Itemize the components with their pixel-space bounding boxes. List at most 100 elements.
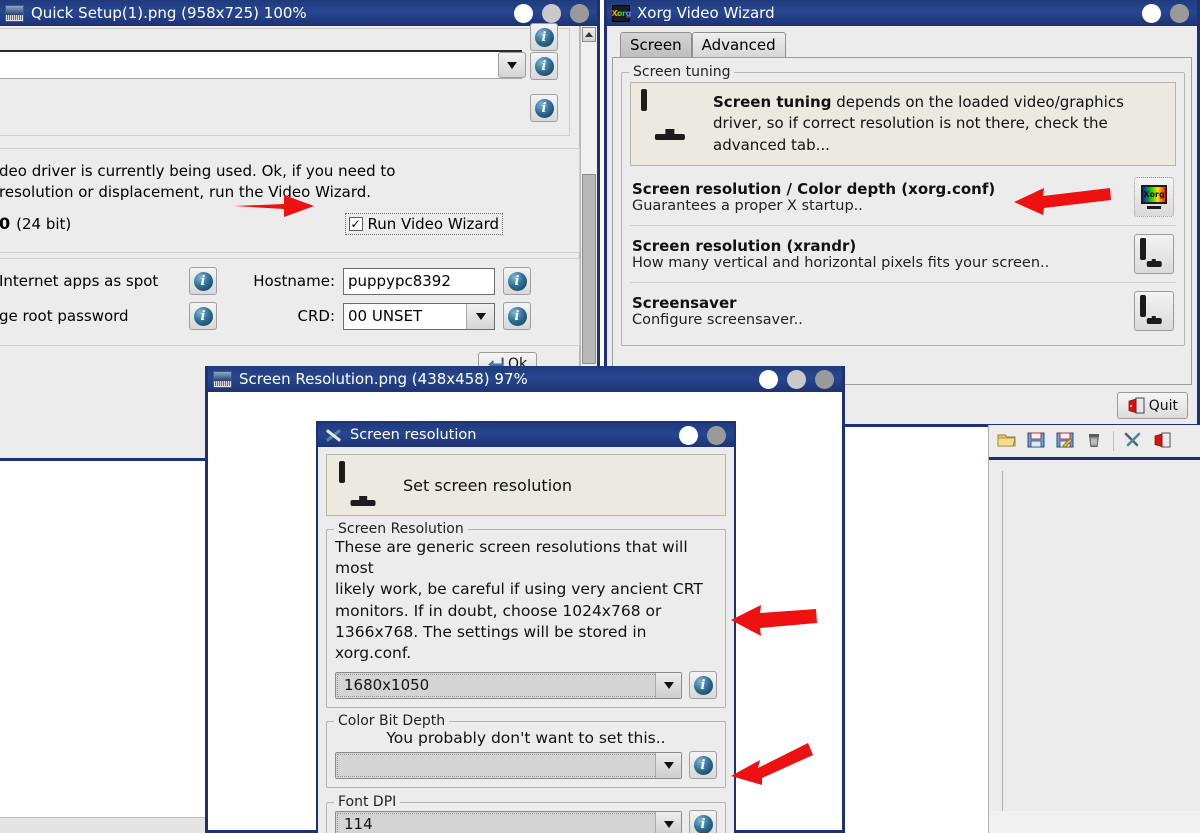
font-dpi-combo-arrow[interactable] <box>655 811 681 833</box>
info-button-root-password[interactable]: i <box>189 302 217 330</box>
item-subtitle: Guarantees a proper X startup.. <box>632 197 863 214</box>
list-item-screensaver[interactable]: Screensaver Configure screensaver.. <box>630 286 1176 336</box>
save-icon[interactable] <box>1026 431 1046 451</box>
panel-canvas <box>1002 471 1200 811</box>
info-button-crd[interactable]: i <box>503 302 531 330</box>
info-button-internet-apps[interactable]: i <box>189 267 217 295</box>
info-button-screen-resolution[interactable]: i <box>689 671 717 700</box>
info-icon: i <box>693 755 713 775</box>
minimize-dot-icon[interactable] <box>759 369 778 389</box>
chevron-down-icon <box>663 820 674 828</box>
exit-icon <box>1128 397 1145 414</box>
open-folder-icon[interactable] <box>997 431 1017 451</box>
desc-line4: 1366x768. The settings will be stored in… <box>335 622 647 663</box>
info-button-0[interactable]: i <box>530 23 558 51</box>
dialog-window-buttons[interactable] <box>679 425 726 445</box>
maximize-dot-icon[interactable] <box>787 369 806 389</box>
xorg-titlebar[interactable]: Xorg Xorg Video Wizard <box>607 0 1197 26</box>
item-title: Screen resolution (xrandr) <box>632 236 857 255</box>
screen-resolution-dialog-titlebar[interactable]: Screen resolution <box>318 423 734 447</box>
color-bit-depth-combo[interactable] <box>335 751 682 779</box>
xorg-icon: Xorg <box>611 4 631 22</box>
xorg-window-buttons[interactable] <box>1142 3 1189 23</box>
checker-monitor-icon[interactable] <box>1134 233 1174 274</box>
video-driver-row: 0 (24 bit) ✓ Run Video Wizard <box>0 204 579 235</box>
tools-icon[interactable] <box>1123 431 1143 451</box>
hostname-row: Internet apps as spot i Hostname: puppyp… <box>0 259 579 295</box>
xorg-monitor-icon[interactable]: Xorg <box>1134 176 1174 217</box>
color-bit-depth-value <box>337 753 655 777</box>
screen-resolution-viewer-titlebar[interactable]: Screen Resolution.png (438x458) 97% <box>208 366 842 392</box>
screen-resolution-screenshot-window[interactable]: Screen Resolution.png (438x458) 97% Scre… <box>205 366 845 833</box>
font-dpi-combo[interactable]: 114 <box>335 810 682 833</box>
top-textfield[interactable] <box>0 50 522 79</box>
color-bit-depth-combo-arrow[interactable] <box>655 752 681 778</box>
close-dot-icon[interactable] <box>570 3 589 23</box>
banner-line1-rest: depends on the loaded video/graphics <box>831 93 1124 111</box>
run-video-wizard-checkbox[interactable]: ✓ <box>348 216 363 231</box>
top-frame <box>0 28 570 136</box>
viewer-canvas: Screen resolution Set screen resolution … <box>208 392 842 833</box>
info-button-hostname[interactable]: i <box>503 267 531 295</box>
minimize-dot-icon[interactable] <box>514 3 533 23</box>
viewer-window-buttons[interactable] <box>759 369 834 389</box>
screen-resolution-combo-arrow[interactable] <box>655 672 681 698</box>
photo-icon <box>5 4 24 22</box>
dialog-body: Set screen resolution Screen Resolution … <box>318 447 734 833</box>
close-dot-icon[interactable] <box>815 369 834 389</box>
monitor-rainbow-icon <box>641 89 699 140</box>
run-video-wizard-checkbox-row[interactable]: ✓ Run Video Wizard <box>344 212 503 235</box>
minimize-dot-icon[interactable] <box>1142 3 1161 23</box>
color-bit-depth-control-row: i <box>335 751 717 780</box>
xorg-tabbar[interactable]: Screen Advanced <box>612 26 1192 58</box>
video-driver-line2: resolution or displacement, run the Vide… <box>0 183 372 202</box>
screen-resolution-value: 1680x1050 <box>337 673 655 697</box>
list-item-screen-resolution-xrandr[interactable]: Screen resolution (xrandr) How many vert… <box>630 229 1176 279</box>
tab-advanced[interactable]: Advanced <box>691 32 786 58</box>
item-title: Screensaver <box>632 293 737 312</box>
font-dpi-value: 114 <box>337 812 655 833</box>
desc-line2: likely work, be careful if using very an… <box>335 580 703 599</box>
color-depth-bits: (24 bit) <box>16 214 72 233</box>
color-bit-depth-note: You probably don't want to set this.. <box>386 729 666 748</box>
tab-screen[interactable]: Screen <box>620 32 692 58</box>
screen-resolution-dialog[interactable]: Screen resolution Set screen resolution … <box>316 421 736 833</box>
desc-line1: These are generic screen resolutions tha… <box>335 538 688 578</box>
editor-toolbar[interactable] <box>989 425 1200 457</box>
list-item-screen-resolution-xorgconf[interactable]: Screen resolution / Color depth (xorg.co… <box>630 166 1176 222</box>
crd-combo-arrow[interactable] <box>466 303 494 329</box>
quick-setup-titlebar[interactable]: Quick Setup(1).png (958x725) 100% <box>0 0 597 26</box>
hostname-input[interactable]: puppypc8392 <box>343 267 495 295</box>
trash-icon[interactable] <box>1084 431 1104 451</box>
xorg-video-wizard-window[interactable]: Xorg Xorg Video Wizard Screen Advanced S… <box>604 0 1200 427</box>
info-button-2[interactable]: i <box>530 94 558 122</box>
close-dot-icon[interactable] <box>707 425 726 445</box>
wrench-icon <box>323 426 343 444</box>
info-icon: i <box>693 814 713 833</box>
screen-resolution-group: Screen Resolution These are generic scre… <box>326 521 726 709</box>
scroll-up-button[interactable] <box>582 27 596 42</box>
crd-combo[interactable]: 00 UNSET <box>343 302 495 330</box>
top-combo-arrow-button[interactable] <box>498 52 526 78</box>
quit-button[interactable]: Quit <box>1116 392 1188 419</box>
video-driver-frame: deo driver is currently being used. Ok, … <box>0 148 580 253</box>
info-button-font-dpi[interactable]: i <box>689 810 717 833</box>
close-dot-icon[interactable] <box>1170 3 1189 23</box>
maximize-dot-icon[interactable] <box>542 3 561 23</box>
monitor-rainbow-icon[interactable] <box>1134 290 1174 331</box>
quick-setup-window-buttons[interactable] <box>514 3 589 23</box>
info-icon: i <box>507 271 527 291</box>
save-as-icon[interactable] <box>1055 431 1075 451</box>
scroll-thumb[interactable] <box>582 174 596 364</box>
screen-resolution-combo[interactable]: 1680x1050 <box>335 671 682 699</box>
minimize-dot-icon[interactable] <box>679 425 698 445</box>
item-text: Screen resolution (xrandr) How many vert… <box>632 237 1124 271</box>
exit-icon[interactable] <box>1152 431 1172 451</box>
info-button-1[interactable]: i <box>530 52 558 80</box>
chevron-down-icon <box>663 761 674 769</box>
item-text: Screen resolution / Color depth (xorg.co… <box>632 180 1124 214</box>
info-button-color-bit-depth[interactable]: i <box>689 751 717 780</box>
crd-row: ge root password i CRD: 00 UNSET i <box>0 295 579 330</box>
font-dpi-control-row: 114 i <box>335 810 717 833</box>
hostname-value: puppypc8392 <box>348 272 451 290</box>
